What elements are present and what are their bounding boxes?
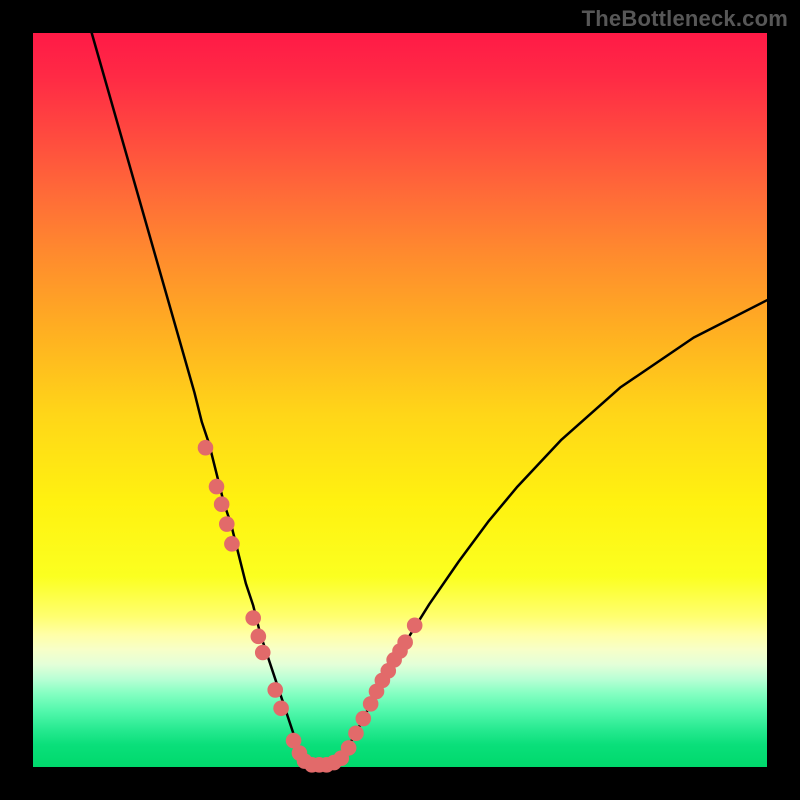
highlight-dot [341, 740, 357, 756]
chart-svg [33, 33, 767, 767]
highlight-dot [348, 725, 364, 741]
highlight-dot [255, 645, 271, 661]
highlight-dot [267, 682, 283, 698]
highlight-dot [407, 618, 423, 634]
highlight-dot [209, 479, 225, 495]
highlight-dot [273, 700, 289, 716]
highlight-dot [356, 711, 372, 727]
curve-path [92, 33, 767, 765]
bottleneck-curve [92, 33, 767, 765]
highlight-dot [251, 629, 267, 645]
highlight-dot [397, 634, 413, 650]
watermark-text: TheBottleneck.com [582, 6, 788, 32]
plot-area [33, 33, 767, 767]
highlight-dot [219, 516, 235, 532]
highlight-dot [245, 610, 261, 626]
highlight-dots [198, 440, 423, 773]
highlight-dot [224, 536, 240, 552]
highlight-dot [214, 496, 230, 512]
highlight-dot [198, 440, 214, 456]
chart-frame: TheBottleneck.com [0, 0, 800, 800]
